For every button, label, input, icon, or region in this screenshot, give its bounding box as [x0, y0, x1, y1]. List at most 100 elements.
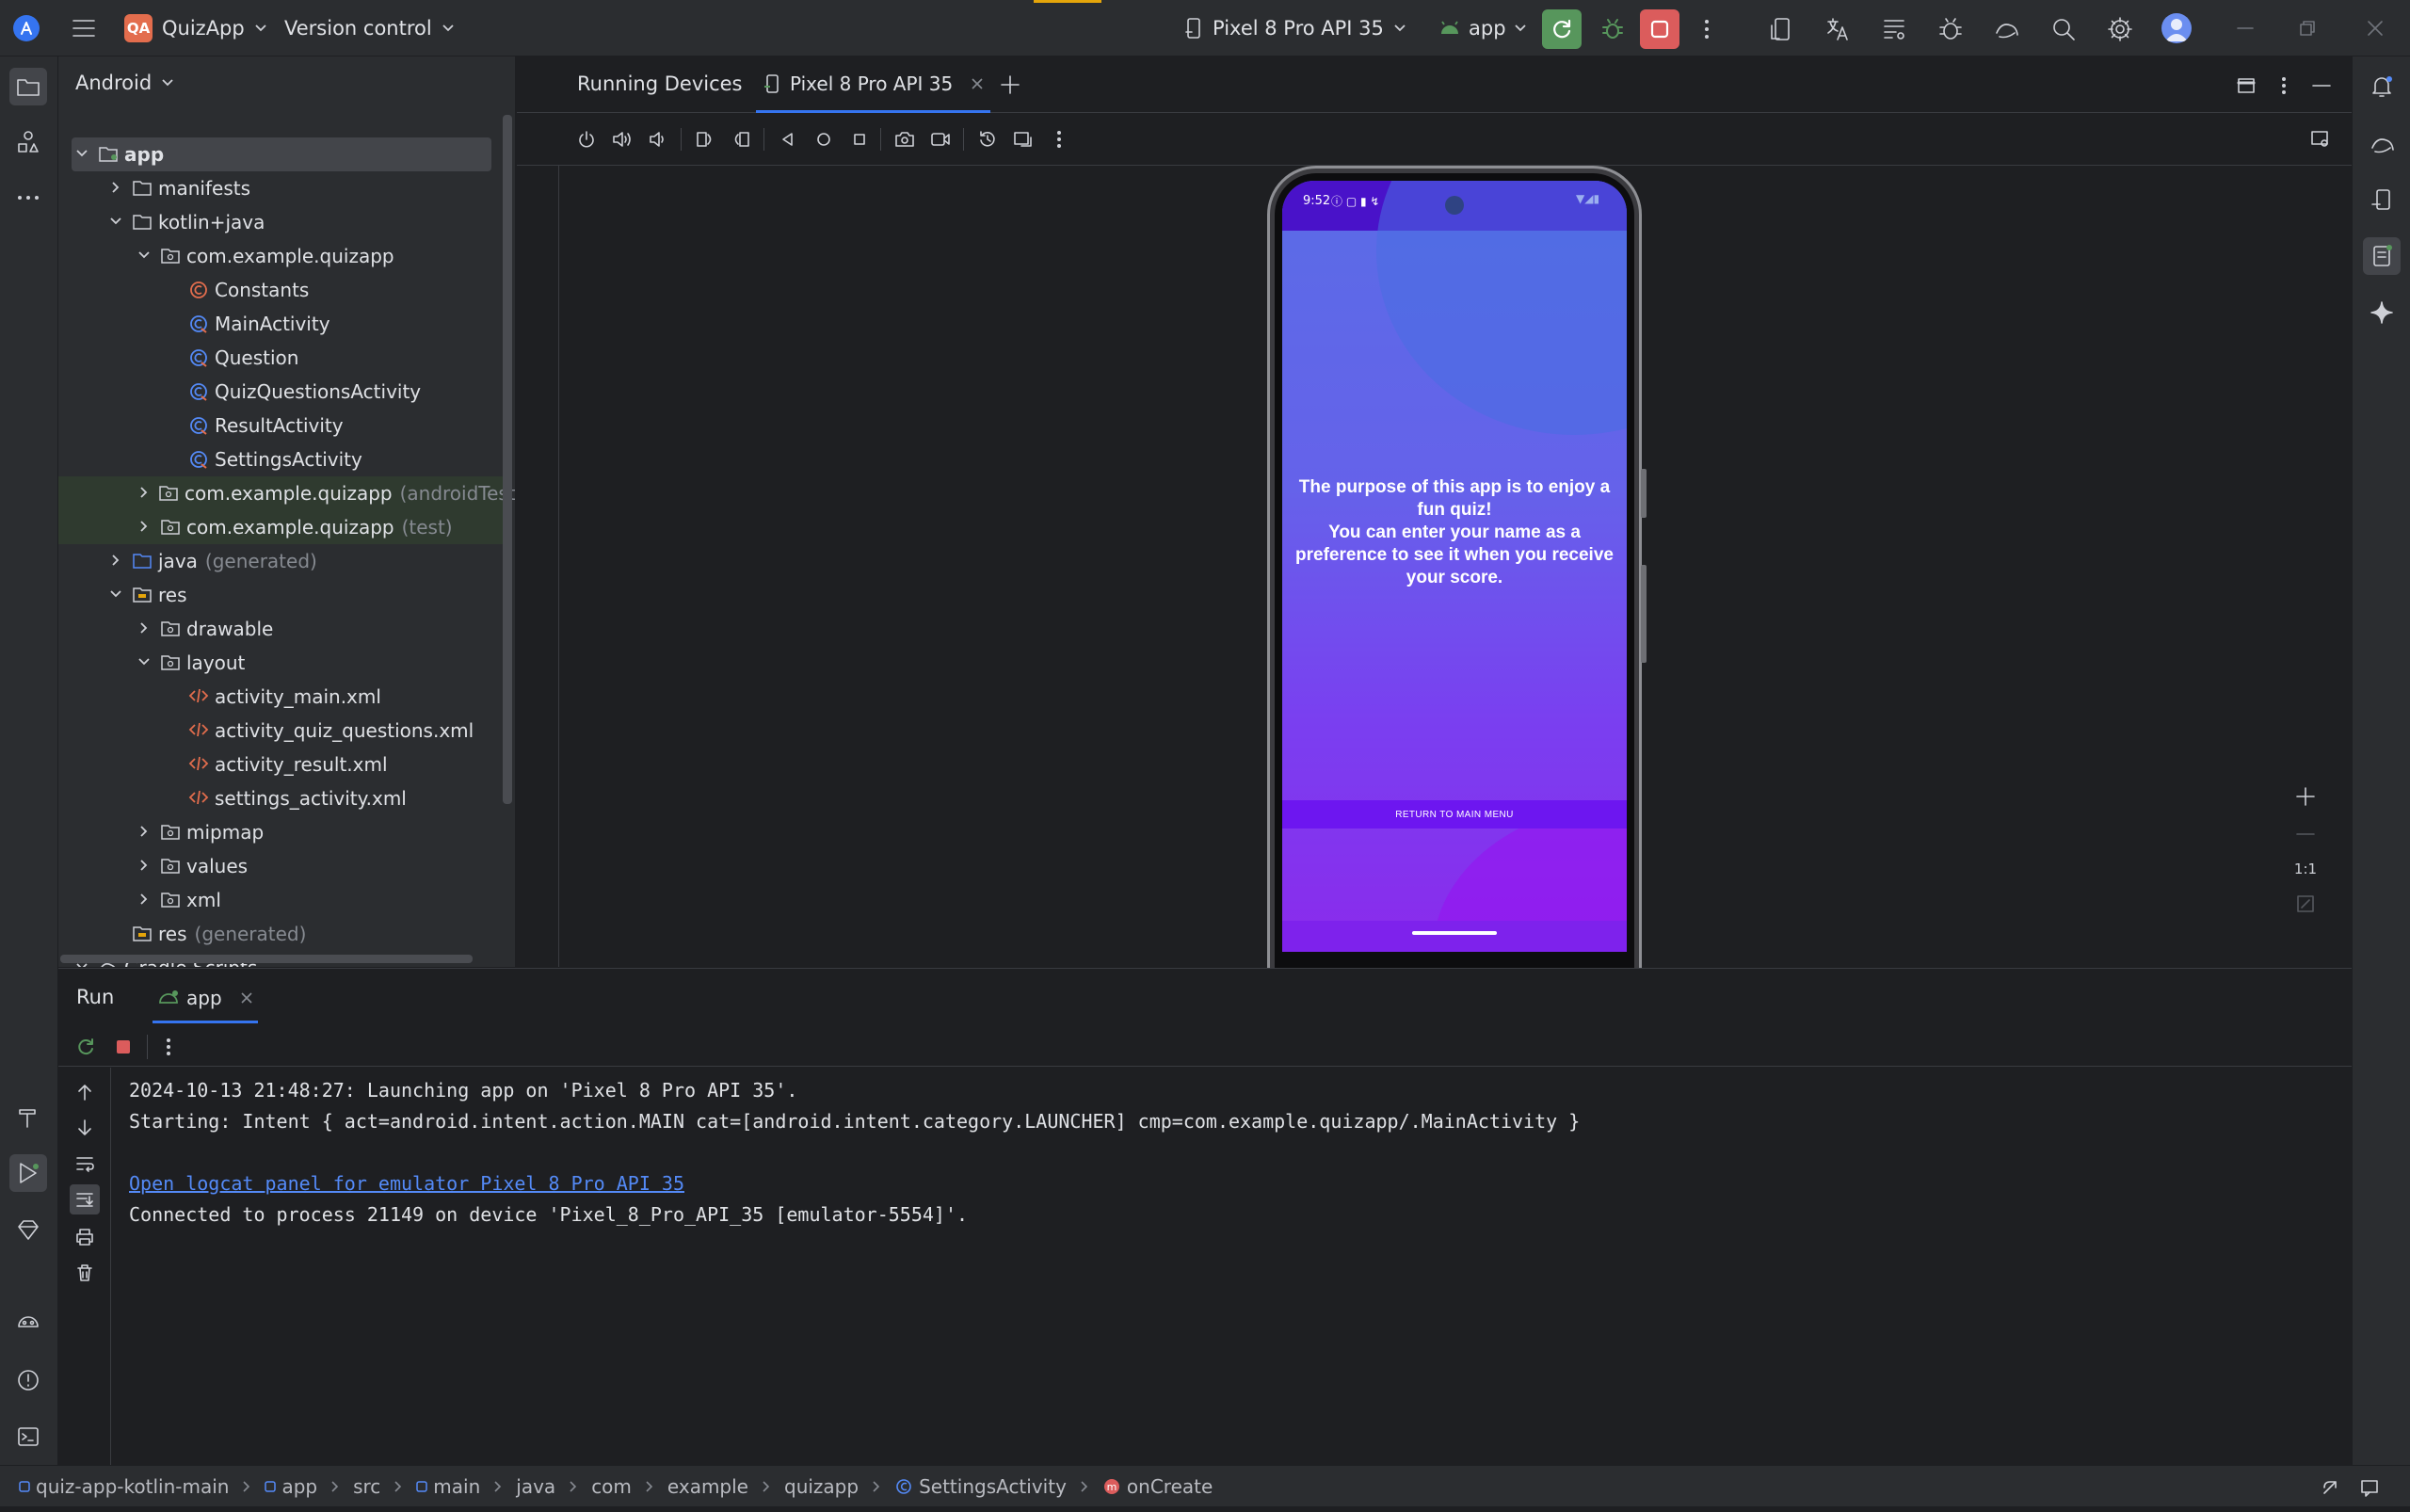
device-manager-icon[interactable]	[1764, 13, 1798, 45]
tree-item[interactable]: manifests	[58, 171, 503, 205]
breadcrumb-item[interactable]: src	[353, 1475, 380, 1498]
hide-panel-icon[interactable]	[2309, 73, 2334, 98]
breadcrumb-item[interactable]: com	[591, 1475, 632, 1498]
screenshot-icon[interactable]	[892, 126, 918, 153]
tree-item[interactable]: activity_main.xml	[58, 680, 503, 714]
breadcrumb-item[interactable]: main	[416, 1475, 480, 1498]
tree-item[interactable]: kotlin+java	[58, 205, 503, 239]
overview-icon[interactable]	[846, 126, 873, 153]
tree-item[interactable]: layout	[58, 646, 503, 680]
chevron-down-icon[interactable]	[137, 249, 153, 264]
tree-item[interactable]: MainActivity	[58, 307, 503, 341]
device-mirroring-icon[interactable]	[1010, 126, 1036, 153]
event-log-icon[interactable]	[2357, 1475, 2382, 1500]
chevron-right-icon[interactable]	[109, 554, 124, 569]
build-tool-button[interactable]	[9, 1098, 47, 1135]
notifications-button[interactable]	[2363, 68, 2401, 105]
main-menu-icon[interactable]	[68, 13, 100, 43]
tree-item[interactable]: drawable	[58, 612, 503, 646]
stop-button[interactable]	[1640, 9, 1679, 49]
toolbar-more-icon[interactable]	[1046, 126, 1072, 153]
breadcrumb-item[interactable]: SettingsActivity	[894, 1475, 1067, 1498]
zoom-out-icon[interactable]	[2292, 821, 2319, 847]
device-manager-button[interactable]	[2363, 181, 2401, 218]
tree-horizontal-scrollbar[interactable]	[60, 955, 473, 963]
gemini-sparkle-icon[interactable]	[2363, 294, 2401, 331]
panel-more-icon[interactable]	[2272, 73, 2296, 98]
reset-icon[interactable]	[974, 126, 1001, 153]
breadcrumb-item[interactable]: java	[516, 1475, 555, 1498]
more-actions-icon[interactable]	[1691, 13, 1723, 45]
home-icon[interactable]	[811, 126, 837, 153]
project-tool-button[interactable]	[9, 68, 47, 105]
scroll-up-icon[interactable]	[72, 1079, 98, 1105]
close-tab-icon[interactable]	[972, 77, 983, 89]
breadcrumb-item[interactable]: quizapp	[784, 1475, 859, 1498]
apply-changes-button[interactable]	[1542, 9, 1582, 49]
breadcrumb-item[interactable]: quiz-app-kotlin-main	[19, 1475, 229, 1498]
chevron-down-icon[interactable]	[75, 147, 90, 162]
chevron-down-icon[interactable]	[137, 655, 153, 670]
screen-record-icon[interactable]	[927, 126, 954, 153]
chevron-right-icon[interactable]	[137, 893, 153, 908]
tree-item[interactable]: mipmap	[58, 815, 503, 849]
breadcrumb-item[interactable]: example	[667, 1475, 748, 1498]
project-selector[interactable]: QA QuizApp	[124, 13, 267, 43]
tree-vertical-scrollbar[interactable]	[503, 115, 512, 804]
breadcrumb-item[interactable]: m onCreate	[1102, 1475, 1213, 1498]
power-icon[interactable]	[573, 126, 600, 153]
gemini-tool-button[interactable]	[9, 1211, 47, 1248]
rerun-icon[interactable]	[73, 1035, 98, 1059]
tree-item[interactable]: activity_quiz_questions.xml	[58, 714, 503, 748]
tree-item[interactable]: java (generated)	[58, 544, 503, 578]
tree-item[interactable]: app	[72, 137, 491, 171]
clear-all-icon[interactable]	[72, 1260, 98, 1286]
chevron-right-icon[interactable]	[109, 181, 124, 196]
minimize-window-icon[interactable]	[2231, 13, 2259, 43]
sync-gradle-icon[interactable]	[1990, 13, 2024, 45]
window-options-icon[interactable]	[2234, 73, 2258, 98]
tab-run[interactable]: Run	[76, 986, 114, 1008]
scroll-down-icon[interactable]	[72, 1115, 98, 1141]
account-avatar[interactable]	[2161, 13, 2192, 43]
phone-screen[interactable]: 9:52 ⓘ ▢ ▮ ↯ ▼◢▮ The purpose of this app…	[1282, 181, 1627, 952]
volume-up-icon[interactable]	[609, 126, 635, 153]
zoom-actual-size[interactable]: 1:1	[2289, 861, 2322, 877]
open-logcat-link[interactable]: Open logcat panel for emulator Pixel 8 P…	[129, 1172, 684, 1195]
stop-process-icon[interactable]	[111, 1035, 136, 1059]
home-gesture-handle[interactable]	[1412, 931, 1497, 935]
chevron-right-icon[interactable]	[137, 825, 153, 840]
chevron-right-icon[interactable]	[137, 621, 153, 636]
tree-item[interactable]: Question	[58, 341, 503, 375]
resource-manager-button[interactable]	[9, 122, 47, 160]
terminal-button[interactable]	[9, 1418, 47, 1456]
back-icon[interactable]	[775, 126, 801, 153]
run-config-selector[interactable]: app	[1438, 13, 1527, 43]
run-tool-button[interactable]	[9, 1154, 47, 1192]
tree-item[interactable]: Constants	[58, 273, 503, 307]
tree-item[interactable]: xml	[58, 883, 503, 917]
tree-item[interactable]: activity_result.xml	[58, 748, 503, 781]
zoom-in-icon[interactable]	[2292, 783, 2319, 810]
search-icon[interactable]	[2047, 13, 2081, 45]
zoom-fit-icon[interactable]	[2292, 891, 2319, 917]
close-window-icon[interactable]	[2361, 13, 2389, 43]
chevron-right-icon[interactable]	[137, 486, 151, 501]
close-tab-icon[interactable]	[241, 991, 252, 1004]
breadcrumb-item[interactable]: app	[265, 1475, 317, 1498]
tree-item[interactable]: res	[58, 578, 503, 612]
print-icon[interactable]	[72, 1224, 98, 1250]
tree-item[interactable]: values	[58, 849, 503, 883]
volume-down-icon[interactable]	[645, 126, 671, 153]
tab-app[interactable]: app	[153, 974, 258, 1023]
debug-button[interactable]	[1593, 9, 1632, 49]
project-view-selector[interactable]: Android	[75, 72, 174, 94]
tree-item[interactable]: com.example.quizapp (androidTest)	[58, 476, 515, 510]
profiler-icon[interactable]	[1934, 13, 1968, 45]
tree-item[interactable]: settings_activity.xml	[58, 781, 503, 815]
power-save-icon[interactable]	[2318, 1475, 2342, 1500]
app-inspection-button[interactable]	[9, 1305, 47, 1343]
translate-icon[interactable]	[1821, 13, 1855, 45]
tree-item[interactable]: SettingsActivity	[58, 442, 503, 476]
problems-button[interactable]	[9, 1361, 47, 1399]
